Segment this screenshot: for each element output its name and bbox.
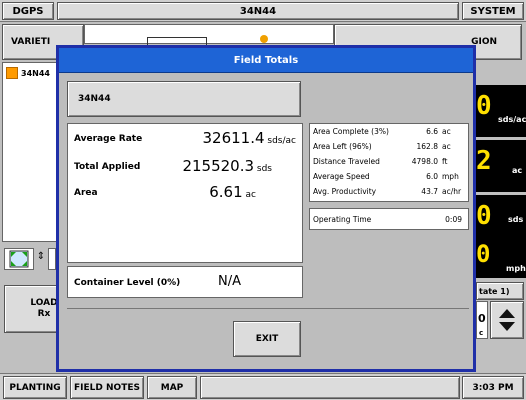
field-totals-dialog: Field Totals 34N44 Average Rate 32611.4 … <box>56 45 476 372</box>
variety-item-label: 34N44 <box>21 68 50 78</box>
gauge-speed: 0 mph <box>476 240 526 278</box>
stat-unit: mph <box>442 172 459 181</box>
gauge-digit: 2 <box>476 146 492 176</box>
tab-field-notes[interactable]: FIELD NOTES <box>70 376 144 399</box>
area-unit: ac <box>245 190 256 200</box>
average-rate-value-group: 32611.4 sds/ac <box>203 129 297 147</box>
tab-planting[interactable]: PLANTING <box>3 376 67 399</box>
average-rate-value: 32611.4 <box>202 129 265 147</box>
top-bar: DGPS 34N44 SYSTEM <box>0 0 526 22</box>
stat-value: 162.8 <box>416 142 438 151</box>
divider <box>67 308 469 309</box>
gauge-unit: mph <box>506 264 526 273</box>
stat-unit: ft <box>442 157 448 166</box>
marker-icon <box>260 35 268 43</box>
gauge-rate: 0 sds/ac <box>476 85 526 137</box>
stat-label: Avg. Productivity <box>313 187 377 196</box>
total-applied-value: 215520.3 <box>182 157 255 175</box>
stat-value: 43.7 <box>421 187 438 196</box>
stat-label: Average Speed <box>313 172 370 181</box>
total-applied-label: Total Applied <box>74 162 141 172</box>
stat-label: Area Left (96%) <box>313 142 372 151</box>
stat-unit: ac/hr <box>442 187 462 196</box>
area-label: Area <box>74 188 98 198</box>
system-button[interactable]: SYSTEM <box>462 2 524 20</box>
average-rate-label: Average Rate <box>74 134 143 144</box>
map-field <box>48 248 56 270</box>
average-rate-unit: sds/ac <box>267 136 296 146</box>
total-applied-unit: sds <box>256 164 272 174</box>
gauge-area: 2 ac <box>476 140 526 192</box>
stat-label: Area Complete (3%) <box>313 127 389 136</box>
stat-unit: ac <box>442 142 451 151</box>
area-value-group: 6.61 ac <box>209 183 256 201</box>
field-stats-panel: Area Complete (3%) 6.6 ac Area Left (96%… <box>309 123 469 202</box>
stat-label: Distance Traveled <box>313 157 380 166</box>
operating-time-label: Operating Time <box>313 215 372 224</box>
container-level-value: N/A <box>218 274 241 289</box>
stat-value: 6.6 <box>426 127 438 136</box>
gauge-digit: 0 <box>476 91 492 121</box>
zoom-extents-icon <box>9 250 29 268</box>
rate-label: tate 1) <box>476 282 524 300</box>
tab-empty <box>200 376 460 399</box>
rate-unit: c <box>479 329 484 337</box>
operating-time-panel: Operating Time 0:09 <box>309 208 469 230</box>
gauge-unit: ac <box>512 166 523 175</box>
totals-panel: Average Rate 32611.4 sds/ac Total Applie… <box>67 123 303 263</box>
gauge-unit: sds/ac <box>498 115 526 124</box>
stat-unit: ac <box>442 127 451 136</box>
dialog-title: Field Totals <box>59 48 473 73</box>
up-down-arrows-icon <box>499 309 515 331</box>
gauge-unit: sds <box>508 215 524 224</box>
zoom-extents-button[interactable] <box>4 248 34 270</box>
variety-color-swatch <box>6 67 18 79</box>
tab-map[interactable]: MAP <box>147 376 197 399</box>
gauge-digit: 0 <box>476 240 491 268</box>
rate-digit: 0 <box>478 312 486 325</box>
exit-button[interactable]: EXIT <box>233 321 301 357</box>
rate-stepper[interactable] <box>490 301 524 339</box>
stat-value: 4798.0 <box>411 157 438 166</box>
clock: 3:03 PM <box>462 376 524 399</box>
stat-value: 6.0 <box>426 172 438 181</box>
container-level-panel: Container Level (0%) N/A <box>67 266 303 298</box>
total-applied-value-group: 215520.3 sds <box>182 157 272 175</box>
rate-display: 0 c <box>476 301 488 339</box>
gauge-digit: 0 <box>476 201 492 231</box>
variety-select-button[interactable]: 34N44 <box>67 81 301 117</box>
swap-icon[interactable]: ⇕ <box>35 251 47 267</box>
container-level-label: Container Level (0%) <box>74 278 181 288</box>
map-strip <box>84 24 334 47</box>
area-value: 6.61 <box>209 183 243 201</box>
dgps-button[interactable]: DGPS <box>2 2 54 20</box>
screen-title: 34N44 <box>57 2 459 20</box>
operating-time-value: 0:09 <box>445 215 462 224</box>
bottom-tab-bar: PLANTING FIELD NOTES MAP 3:03 PM <box>0 373 526 400</box>
